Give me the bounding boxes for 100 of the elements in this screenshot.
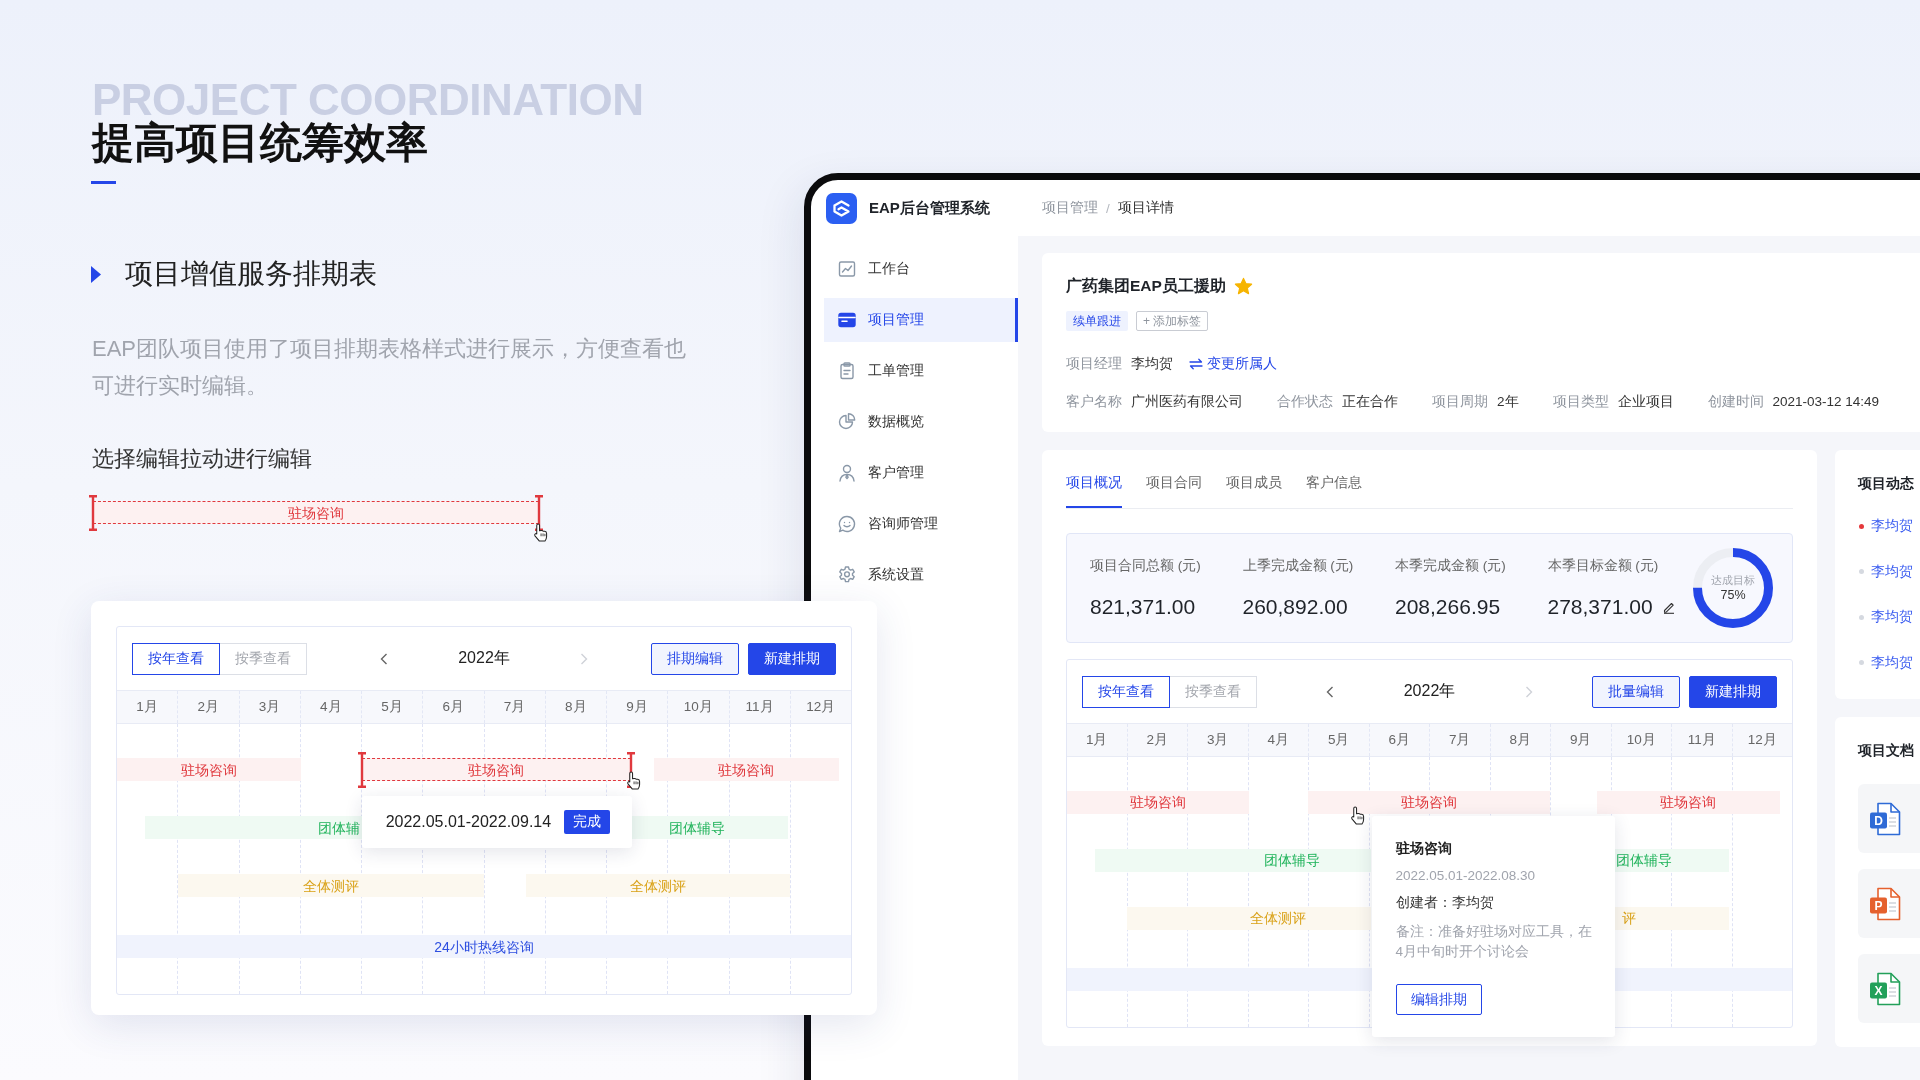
edit-schedule-button[interactable]: 编辑排期 xyxy=(1395,984,1482,1015)
schedule-bar[interactable]: 驻场咨询 xyxy=(361,758,631,781)
activity-link[interactable]: 李均贺 xyxy=(1871,562,1913,581)
activity-link[interactable]: 李均贺 xyxy=(1871,653,1913,672)
person-icon xyxy=(837,463,857,483)
month-label: 7月 xyxy=(484,691,546,723)
month-label: 2月 xyxy=(1127,724,1188,756)
triangle-icon xyxy=(91,265,101,283)
sidebar-item[interactable]: 数据概览 xyxy=(824,400,1018,444)
stat-label: 上季完成金额 (元) xyxy=(1242,557,1354,575)
resize-handle[interactable] xyxy=(357,751,366,788)
month-label: 7月 xyxy=(1430,724,1491,756)
document-tile[interactable]: X xyxy=(1858,954,1920,1023)
schedule-bar[interactable]: 驻场咨询 xyxy=(1308,791,1551,814)
goal-label: 达成目标 xyxy=(1711,572,1755,587)
year-label: 2022年 xyxy=(458,648,510,668)
schedule-bar[interactable]: 驻场咨询 xyxy=(654,758,839,781)
secondary-button[interactable]: 批量编辑 xyxy=(1592,675,1680,708)
breadcrumb-link[interactable]: 项目管理 xyxy=(1042,199,1098,217)
stat-label: 项目合同总额 (元) xyxy=(1090,557,1201,575)
view-tab[interactable]: 按年查看 xyxy=(1082,675,1170,708)
logo-icon xyxy=(826,192,857,224)
month-label: 8月 xyxy=(545,691,607,723)
tab[interactable]: 项目成员 xyxy=(1226,450,1282,508)
settings-icon xyxy=(837,565,857,585)
resize-handle[interactable] xyxy=(535,494,543,531)
status-tag: 续单跟进 xyxy=(1066,311,1128,331)
activity-link[interactable]: 李均贺 xyxy=(1871,608,1913,626)
hand-cursor-icon xyxy=(1349,806,1365,825)
document-tile[interactable]: D xyxy=(1858,784,1920,853)
chevron-left-icon[interactable] xyxy=(1325,685,1334,698)
pencil-icon[interactable] xyxy=(1662,600,1675,614)
chat-smile-icon xyxy=(837,514,857,534)
schedule-bar[interactable]: 驻场咨询 xyxy=(1067,791,1250,814)
breadcrumb-separator: / xyxy=(1106,200,1110,216)
stat-value: 260,892.00 xyxy=(1242,594,1348,620)
month-label: 5月 xyxy=(362,691,424,723)
field-value: 广州医药有限公司 xyxy=(1131,393,1243,411)
tab[interactable]: 客户信息 xyxy=(1306,450,1362,508)
sidebar-item[interactable]: 工作台 xyxy=(824,247,1018,291)
field-value: 企业项目 xyxy=(1617,393,1674,411)
tab[interactable]: 项目概况 xyxy=(1066,450,1122,508)
month-label: 3月 xyxy=(1188,724,1249,756)
breadcrumb-link[interactable]: 项目详情 xyxy=(1117,199,1174,217)
clipboard-icon xyxy=(837,361,857,381)
document-tile[interactable]: P xyxy=(1858,869,1920,938)
month-label: 6月 xyxy=(1369,724,1430,756)
schedule-bar[interactable]: 驻场咨询 xyxy=(93,501,539,524)
card-title: 项目文档 xyxy=(1858,741,1915,760)
field-label: 合作状态 xyxy=(1277,393,1333,411)
swap-icon xyxy=(1189,358,1203,370)
tab[interactable]: 项目合同 xyxy=(1146,450,1202,508)
month-label: 12月 xyxy=(805,698,837,716)
month-label: 10月 xyxy=(1611,724,1672,756)
line-chart-icon xyxy=(837,259,857,279)
sidebar-item[interactable]: 工单管理 xyxy=(824,349,1018,393)
sidebar-item[interactable]: 客户管理 xyxy=(824,451,1018,495)
date-range-text: 2022.05.01-2022.09.14 xyxy=(385,813,552,831)
month-label: 11月 xyxy=(729,691,791,723)
resize-handle[interactable] xyxy=(626,751,635,788)
schedule-bar[interactable]: 驻场咨询 xyxy=(1596,791,1780,814)
stat-value: 821,371.00 xyxy=(1090,594,1196,620)
description-text: EAP团队项目使用了项目排期表格样式进行展示，方便查看也可进行实时编辑。 xyxy=(92,335,688,400)
field-label: 项目经理 xyxy=(1066,355,1122,373)
project-name: 广药集团EAP员工援助 xyxy=(1066,275,1226,296)
resize-handle[interactable] xyxy=(89,494,97,531)
sidebar-item[interactable]: 项目管理 xyxy=(824,298,1018,342)
stat-label: 本季目标金额 (元) xyxy=(1547,557,1659,575)
month-label: 11月 xyxy=(1672,724,1733,756)
goal-reading: 75% xyxy=(1720,586,1746,604)
done-button[interactable]: 完成 xyxy=(564,810,610,834)
field-value: 2年 xyxy=(1497,393,1519,411)
primary-button[interactable]: 新建排期 xyxy=(748,642,836,675)
month-label: 3月 xyxy=(239,691,301,723)
month-label: 4月 xyxy=(300,691,362,723)
month-label: 8月 xyxy=(1490,724,1551,756)
sidebar-item[interactable]: 系统设置 xyxy=(824,553,1018,597)
primary-button[interactable]: 新建排期 xyxy=(1689,675,1777,708)
popover-title: 驻场咨询 xyxy=(1395,839,1452,858)
field-label: 项目类型 xyxy=(1552,393,1609,411)
schedule-bar[interactable]: 24小时热线咨询 xyxy=(117,935,851,958)
month-label: 10月 xyxy=(668,691,730,723)
field-value: 2021-03-12 14:49 xyxy=(1772,393,1880,411)
add-tag-button[interactable]: + 添加标签 xyxy=(1136,311,1209,331)
month-label: 5月 xyxy=(1309,724,1370,756)
star-icon[interactable] xyxy=(1233,276,1253,296)
secondary-button[interactable]: 排期编辑 xyxy=(651,642,739,675)
schedule-bar[interactable]: 驻场咨询 xyxy=(117,758,301,781)
sidebar-item[interactable]: 咨询师管理 xyxy=(824,502,1018,546)
field-value: 正在合作 xyxy=(1342,393,1398,411)
change-owner-link[interactable]: 变更所属人 xyxy=(1189,355,1277,373)
view-tab[interactable]: 按年查看 xyxy=(132,642,220,675)
hand-cursor-icon xyxy=(625,771,641,790)
date-range-text: 2022.05.01-2022.08.30 xyxy=(1395,867,1536,885)
activity-link[interactable]: 李均贺 xyxy=(1871,517,1913,535)
field-label: 客户名称 xyxy=(1066,393,1122,411)
stat-value: 208,266.95 xyxy=(1395,594,1501,620)
stat-label: 本季完成金额 (元) xyxy=(1395,557,1506,575)
chevron-left-icon[interactable] xyxy=(380,652,389,665)
field-label: 创建时间 xyxy=(1707,393,1764,411)
